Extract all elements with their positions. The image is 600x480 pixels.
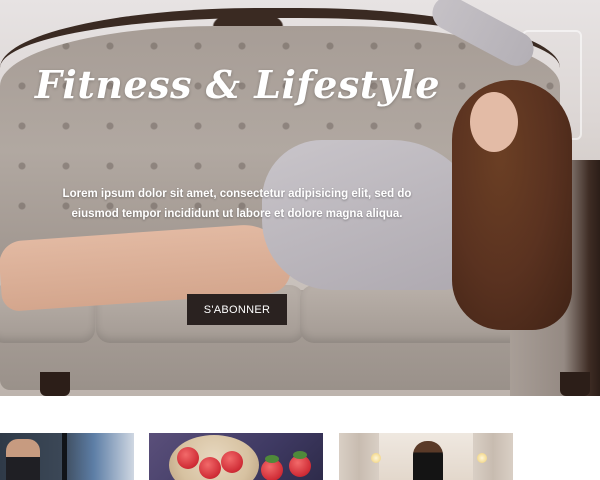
strawberry-shape: [221, 451, 243, 473]
sofa-leg: [560, 372, 590, 396]
thumbnail-fashion-model[interactable]: [339, 433, 513, 480]
strawberry-shape: [177, 447, 199, 469]
leaf-shape: [265, 455, 279, 463]
sofa-leg: [40, 372, 70, 396]
hero-description: Lorem ipsum dolor sit amet, consectetur …: [62, 188, 412, 220]
subscribe-button[interactable]: S'ABONNER: [187, 294, 287, 325]
model-face: [470, 92, 518, 152]
sofa-crest: [188, 0, 308, 26]
gym-bar: [62, 433, 67, 480]
thumbnail-gym-workout[interactable]: [0, 433, 134, 480]
hero-title: Fitness & Lifestyle: [34, 62, 441, 107]
leaf-shape: [293, 451, 307, 459]
lamp-shape: [477, 453, 487, 463]
lamp-shape: [371, 453, 381, 463]
hero-banner: Fitness & Lifestyle Lorem ipsum dolor si…: [0, 0, 600, 396]
strawberry-shape: [199, 457, 221, 479]
thumbnail-fruit-bowl[interactable]: [149, 433, 323, 480]
model-figure: [413, 441, 443, 480]
athlete-figure: [6, 439, 40, 480]
